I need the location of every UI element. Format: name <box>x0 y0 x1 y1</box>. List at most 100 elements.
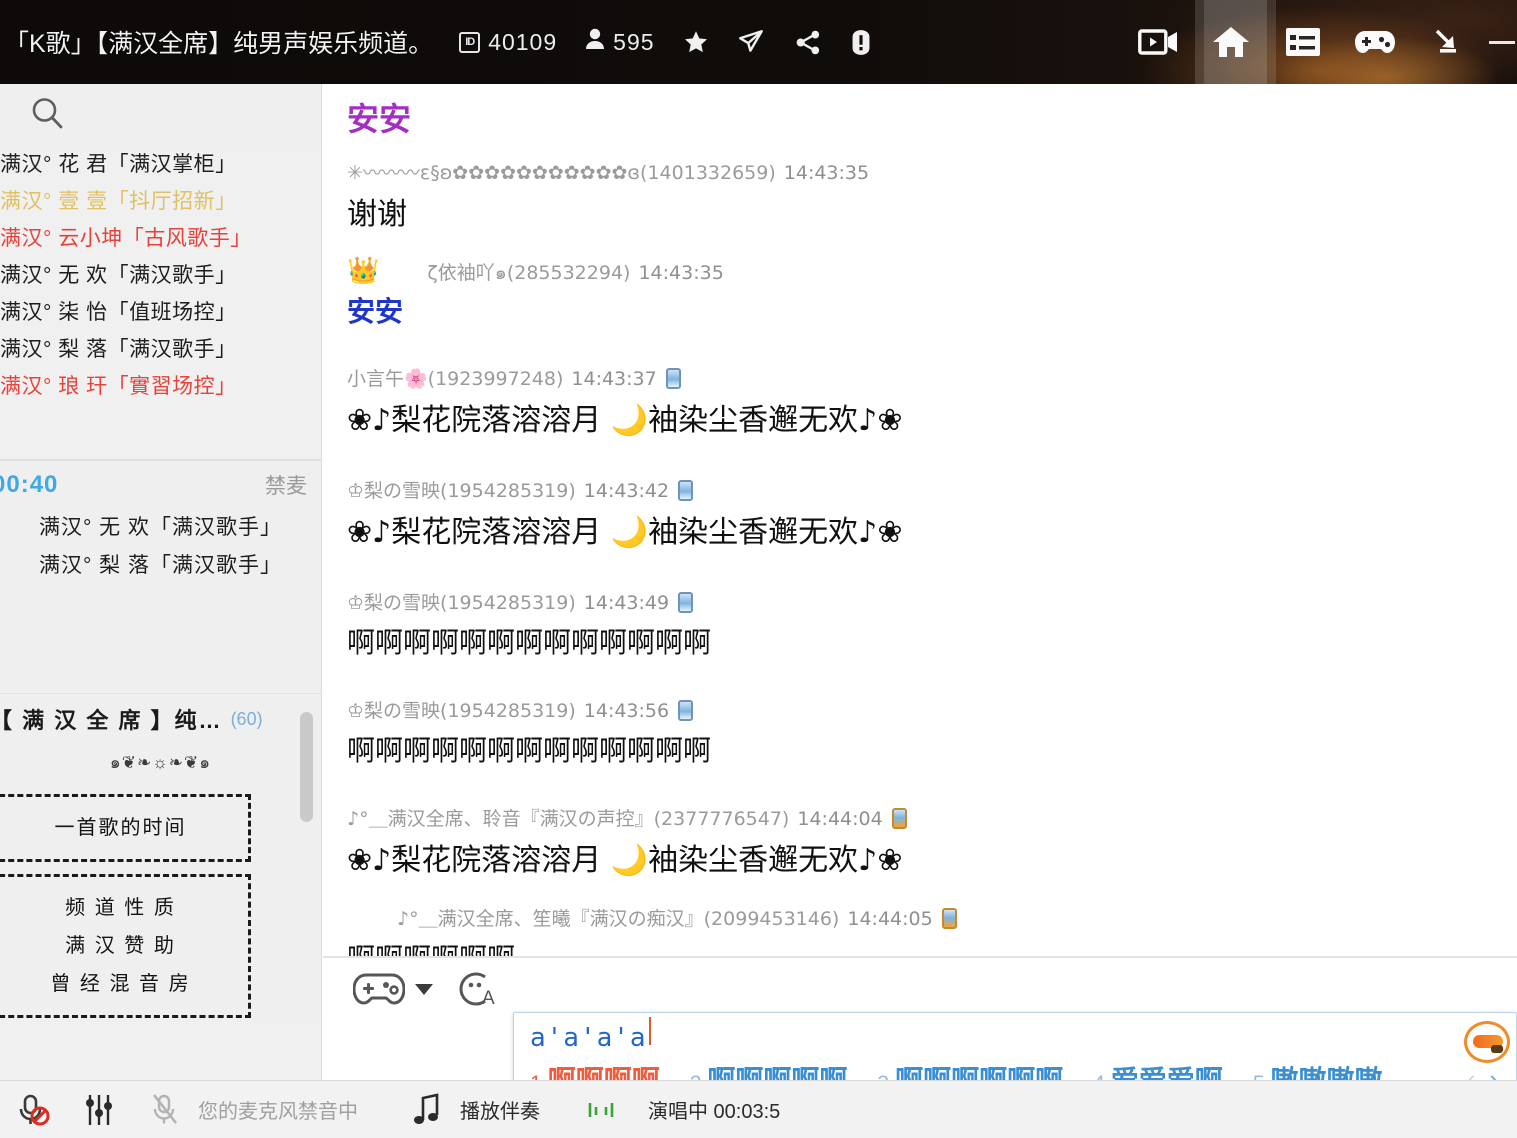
chat-message: ♪°＿满汉全席、笙曦『满汉の痴汉』(2099453146) 14:44:05 啊啊… <box>347 902 1517 956</box>
minimize-icon[interactable] <box>1489 40 1515 44</box>
phone-icon <box>678 480 694 501</box>
channel-sub-room-b[interactable]: 频 道 性 质 满 汉 赞 助 曾 经 混 音 房 <box>0 874 251 1018</box>
chat-message: ♪°＿满汉全席、聆音『满汉の声控』(2377776547) 14:44:04 ❀♪… <box>347 802 1517 886</box>
singing-status: 演唱中 00:03:5 <box>568 1081 780 1138</box>
chevron-down-icon[interactable] <box>415 983 433 995</box>
list-item[interactable]: 满汉° 云小坤「古风歌手」 <box>0 220 321 257</box>
phone-icon <box>665 368 681 389</box>
message-uid: (1401332659) <box>640 162 776 184</box>
channel-block: 【 满 汉 全 席 】纯… (60) ๑❦❧☼❧❦๑ 一首歌的时间 频 道 性 … <box>0 693 321 1018</box>
audio-settings-button[interactable] <box>66 1081 132 1138</box>
message-timestamp: 14:43:35 <box>783 162 870 184</box>
home-icon[interactable] <box>1195 0 1267 84</box>
singing-indicator-icon <box>568 1099 634 1121</box>
list-item[interactable]: 满汉° 无 欢「满汉歌手」 <box>0 257 321 294</box>
chat-message: ♔梨の雪映(1954285319) 14:43:42 ❀♪梨花院落溶溶月 🌙袖染尘… <box>347 474 1517 558</box>
message-uid: (285532294) <box>506 262 631 284</box>
sidebar-edge-marker <box>0 98 6 132</box>
phone-icon <box>941 908 957 929</box>
list-item[interactable]: 满汉° 柒 怡「值班场控」 <box>0 294 321 331</box>
list-item[interactable]: 满汉° 壹 壹「抖厅招新」 <box>0 183 321 220</box>
singing-status-label: 演唱中 00:03:5 <box>648 1101 781 1123</box>
phone-icon <box>678 592 694 613</box>
message-body: 谢谢 <box>347 197 407 232</box>
ime-logo-icon <box>1464 1021 1510 1063</box>
message-timestamp: 14:43:49 <box>583 592 670 614</box>
message-username[interactable]: ♔梨の雪映 <box>347 480 440 502</box>
message-body: ❀♪梨花院落溶溶月 🌙袖染尘香邂无欢♪❀ <box>347 515 903 550</box>
mic-queue-block: 00:40 禁麦 满汉° 无 欢「满汉歌手」 满汉° 梨 落「满汉歌手」 <box>0 460 321 693</box>
game-emoji-icon[interactable] <box>353 971 405 1007</box>
report-icon[interactable] <box>849 29 873 56</box>
message-timestamp: 14:44:04 <box>797 808 883 830</box>
message-username[interactable]: ♔梨の雪映 <box>347 700 440 722</box>
list-item[interactable]: 满汉° 花 君「满汉掌柜」 <box>0 146 321 183</box>
list-icon[interactable] <box>1267 0 1339 84</box>
channel-title[interactable]: 【 满 汉 全 席 】纯… <box>0 703 223 735</box>
message-username[interactable]: 小言午🌸 <box>347 368 428 390</box>
mic-muted-icon[interactable] <box>0 1092 66 1128</box>
person-icon <box>585 28 605 56</box>
plane-icon[interactable] <box>737 28 767 56</box>
channel-sub-room-a[interactable]: 一首歌的时间 <box>0 794 251 862</box>
message-uid: (2377776547) <box>653 808 790 830</box>
topbar-right-icons <box>1123 0 1517 84</box>
mic-queue-item[interactable]: 满汉° 无 欢「满汉歌手」 <box>0 509 321 547</box>
star-icon[interactable] <box>682 29 710 56</box>
channel-count: (60) <box>230 708 263 729</box>
message-uid: (1954285319) <box>440 480 576 502</box>
mic-mute-button[interactable]: 禁麦 <box>265 470 307 500</box>
ime-pinyin-text: a'a'a'a <box>514 1013 651 1053</box>
share-icon[interactable] <box>794 29 822 56</box>
channel-sub-room-label: 曾 经 混 音 房 <box>50 973 191 995</box>
mic-status-label: 您的麦克风禁音中 <box>198 1101 358 1123</box>
message-meta: ✳︎〰〰〰ε§ʚ✿✿✿✿✿✿✿✿✿✿✿ɞ(1401332659) 14:43:35 <box>347 156 1517 190</box>
chat-header-text: 安安 <box>347 100 412 138</box>
channel-sub-room-label: 一首歌的时间 <box>54 817 187 839</box>
list-item[interactable]: 满汉° 琅 玕「實習场控」 <box>0 368 321 405</box>
message-uid: (1923997248) <box>427 368 564 390</box>
crown-icon: 👑 <box>347 256 380 286</box>
mic-queue-item[interactable]: 满汉° 梨 落「满汉歌手」 <box>0 547 321 585</box>
message-username[interactable]: ζ依袖吖๑ <box>427 262 506 284</box>
game-icon[interactable] <box>1339 0 1411 84</box>
chat-message: 👑 ζ依袖吖๑(285532294) 14:43:35 安安 <box>347 256 1517 334</box>
message-username[interactable]: ♔梨の雪映 <box>347 592 440 614</box>
room-title: 「K歌」【满汉全席】纯男声娱乐频道。 <box>4 30 434 58</box>
message-body: ❀♪梨花院落溶溶月 🌙袖染尘香邂无欢♪❀ <box>347 403 903 438</box>
message-timestamp: 14:44:05 <box>847 908 933 930</box>
message-meta: ♔梨の雪映(1954285319) 14:43:49 <box>347 586 1517 620</box>
phone-icon <box>678 700 694 721</box>
member-list: 满汉° 花 君「满汉掌柜」 满汉° 壹 壹「抖厅招新」 满汉° 云小坤「古风歌手… <box>0 146 321 411</box>
channel-decoration: ๑❦❧☼❧❦๑ <box>109 753 212 772</box>
phone-icon <box>891 808 907 829</box>
svg-text:A: A <box>482 988 495 1009</box>
message-meta: 👑 ζ依袖吖๑(285532294) 14:43:35 <box>347 256 1517 290</box>
mic-mute-toggle[interactable] <box>0 1081 66 1138</box>
play-accompaniment-label: 播放伴奏 <box>460 1101 540 1123</box>
sidebar-search-row[interactable] <box>0 84 321 146</box>
video-icon[interactable] <box>1123 0 1195 84</box>
music-note-icon[interactable] <box>394 1092 460 1128</box>
message-username[interactable]: ♪°＿满汉全席、笙曦『满汉の痴汉』 <box>397 908 704 930</box>
face-a-icon[interactable]: A <box>455 969 499 1009</box>
message-username[interactable]: ♪°＿满汉全席、聆音『满汉の声控』 <box>347 808 654 830</box>
message-timestamp: 14:43:35 <box>638 262 724 284</box>
mic-status: 您的麦克风禁音中 <box>132 1081 358 1138</box>
top-bar: 「K歌」【满汉全席】纯男声娱乐频道。 ID 40109 595 <box>0 0 1517 84</box>
message-timestamp: 14:43:42 <box>583 480 670 502</box>
list-item[interactable]: 满汉° 梨 落「满汉歌手」 <box>0 331 321 368</box>
search-icon[interactable] <box>30 96 64 135</box>
play-accompaniment-button[interactable]: 播放伴奏 <box>394 1081 540 1138</box>
sidebar-scrollbar[interactable] <box>300 712 313 822</box>
bottom-toolbar: 您的麦克风禁音中 播放伴奏 演唱中 00:03:5 <box>0 1080 1517 1138</box>
download-icon[interactable] <box>1411 0 1483 84</box>
message-username[interactable]: ✳︎〰〰〰ε§ʚ✿✿✿✿✿✿✿✿✿✿✿ɞ <box>347 162 640 184</box>
message-meta: ♪°＿满汉全席、笙曦『满汉の痴汉』(2099453146) 14:44:05 <box>347 902 1517 936</box>
message-uid: (2099453146) <box>703 908 840 930</box>
message-body: ❀♪梨花院落溶溶月 🌙袖染尘香邂无欢♪❀ <box>347 843 903 878</box>
message-meta: ♪°＿满汉全席、聆音『满汉の声控』(2377776547) 14:44:04 <box>347 802 1517 836</box>
chat-message-area[interactable]: 安安 ✳︎〰〰〰ε§ʚ✿✿✿✿✿✿✿✿✿✿✿ɞ(1401332659) 14:43… <box>323 84 1517 956</box>
equalizer-icon[interactable] <box>66 1093 132 1127</box>
app-root: 「K歌」【满汉全席】纯男声娱乐频道。 ID 40109 595 满汉° 花 君「… <box>0 0 1517 1138</box>
